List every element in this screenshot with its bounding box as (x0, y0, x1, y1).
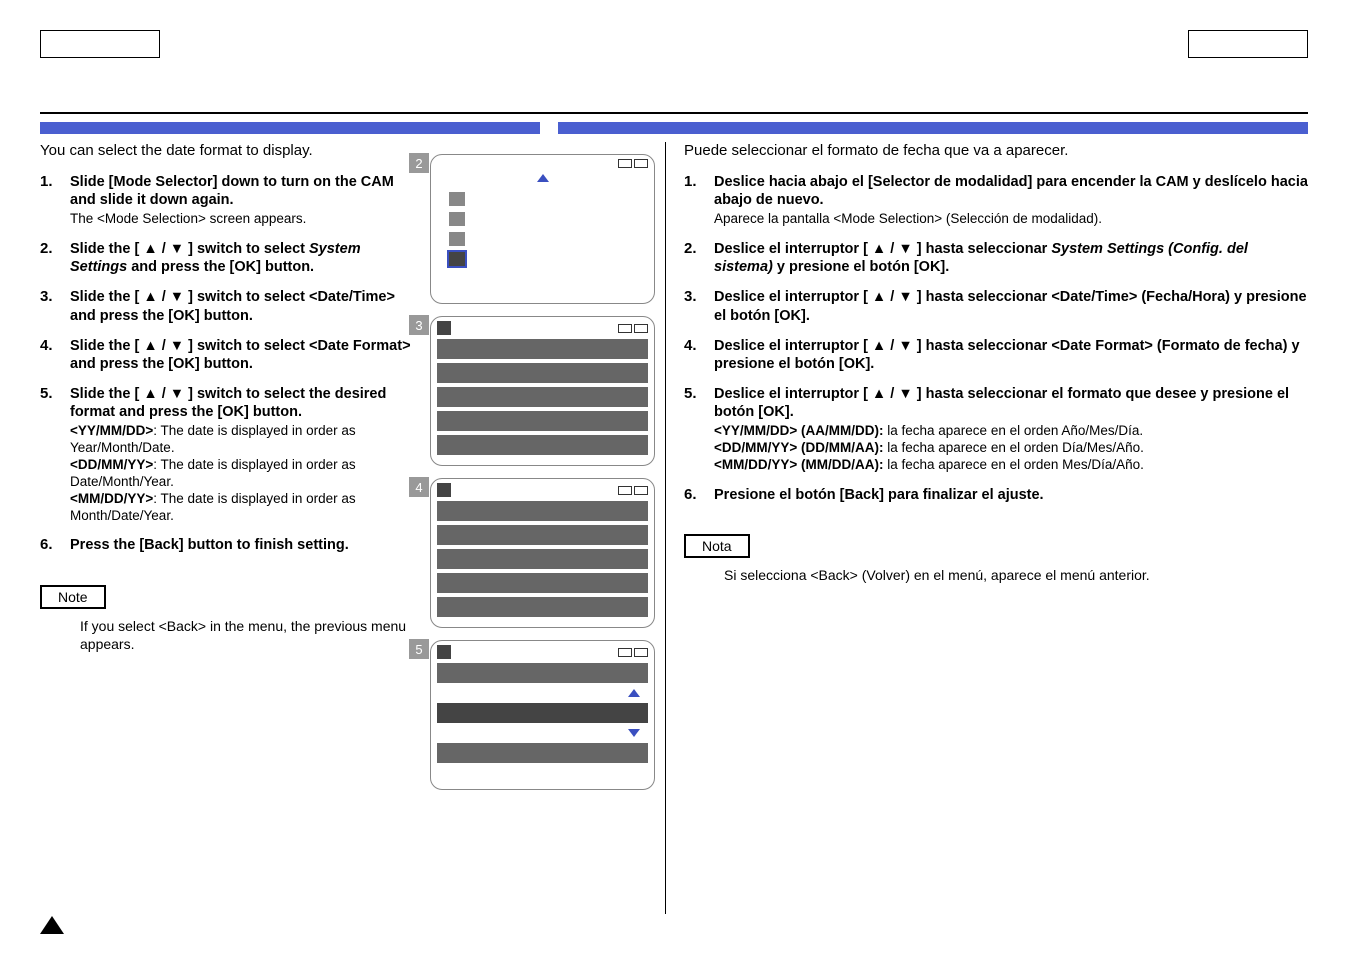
step-main: Deslice el interruptor [ ▲ / ▼ ] hasta s… (714, 289, 1307, 323)
device-screenshot-4: 4 (430, 478, 655, 628)
mic-icon (449, 212, 465, 226)
up-arrow-icon (537, 174, 549, 182)
step-main: Deslice el interruptor [ ▲ / ▼ ] hasta s… (714, 338, 1300, 372)
menu-row-selected (437, 703, 648, 723)
menu-row (437, 663, 648, 683)
horizontal-rule (40, 112, 1308, 114)
menu-row (437, 573, 648, 593)
note-label-es: Nota (684, 534, 750, 558)
shot-number: 3 (409, 315, 429, 335)
step-num: 1. (684, 173, 714, 228)
step-num: 5. (684, 385, 714, 474)
section-bar-right (558, 122, 1308, 134)
device-screenshot-5: 5 (430, 640, 655, 790)
step-num: 6. (40, 536, 70, 554)
header-box-left (40, 30, 160, 58)
step-num: 3. (40, 288, 70, 324)
menu-row (437, 525, 648, 545)
shot-number: 5 (409, 639, 429, 659)
menu-row (437, 597, 648, 617)
note-text-es: Si selecciona <Back> (Volver) en el menú… (684, 566, 1308, 585)
settings-icon (437, 321, 451, 335)
step-num: 4. (684, 337, 714, 373)
settings-icon (449, 252, 465, 266)
device-screenshot-3: 3 (430, 316, 655, 466)
step-num: 3. (684, 288, 714, 324)
step-sub: The <Mode Selection> screen appears. (70, 211, 418, 228)
intro-en: You can select the date format to displa… (40, 142, 418, 159)
device-screenshot-2: 2 (430, 154, 655, 304)
menu-row (437, 339, 648, 359)
shot-number: 4 (409, 477, 429, 497)
step-main: Slide the [ ▲ / ▼ ] switch to select <Da… (70, 338, 411, 372)
step-num: 2. (684, 240, 714, 276)
step-main: Slide the [ ▲ / ▼ ] switch to select <Da… (70, 289, 395, 323)
step-num: 5. (40, 385, 70, 525)
steps-es: 1. Deslice hacia abajo el [Selector de m… (684, 173, 1308, 504)
intro-es: Puede seleccionar el formato de fecha qu… (684, 142, 1308, 159)
menu-row (437, 743, 648, 763)
down-arrow-icon (628, 729, 640, 737)
note-text-en: If you select <Back> in the menu, the pr… (40, 617, 418, 655)
step-main: Slide [Mode Selector] down to turn on th… (70, 174, 394, 208)
step-num: 1. (40, 173, 70, 228)
page-corner-triangle-icon (40, 916, 64, 934)
step-sub: <YY/MM/DD> (AA/MM/DD): la fecha aparece … (714, 423, 1308, 474)
step-main: Deslice el interruptor [ ▲ / ▼ ] hasta s… (714, 241, 1248, 275)
menu-row (437, 435, 648, 455)
section-bar-left (40, 122, 540, 134)
shot-number: 2 (409, 153, 429, 173)
menu-row (437, 549, 648, 569)
step-main: Slide the [ ▲ / ▼ ] switch to select Sys… (70, 241, 361, 275)
music-icon (449, 192, 465, 206)
up-arrow-icon (628, 689, 640, 697)
menu-row (437, 411, 648, 431)
step-main: Deslice hacia abajo el [Selector de moda… (714, 174, 1308, 208)
step-main: Slide the [ ▲ / ▼ ] switch to select the… (70, 386, 386, 420)
step-num: 2. (40, 240, 70, 276)
settings-icon (437, 645, 451, 659)
note-label-en: Note (40, 585, 106, 609)
file-icon (449, 232, 465, 246)
step-main: Presione el botón [Back] para finalizar … (714, 487, 1044, 503)
header-box-right (1188, 30, 1308, 58)
menu-row (437, 387, 648, 407)
step-main: Deslice el interruptor [ ▲ / ▼ ] hasta s… (714, 386, 1289, 420)
settings-icon (437, 483, 451, 497)
step-sub: <YY/MM/DD>: The date is displayed in ord… (70, 423, 418, 524)
step-sub: Aparece la pantalla <Mode Selection> (Se… (714, 211, 1308, 228)
step-num: 4. (40, 337, 70, 373)
menu-row (437, 501, 648, 521)
steps-en: 1. Slide [Mode Selector] down to turn on… (40, 173, 418, 555)
menu-row (437, 363, 648, 383)
step-main: Press the [Back] button to finish settin… (70, 537, 349, 553)
step-num: 6. (684, 486, 714, 504)
